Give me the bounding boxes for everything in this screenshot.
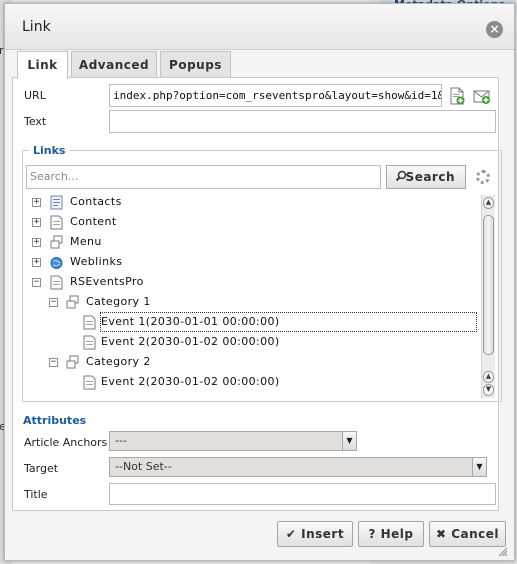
collapse-icon[interactable]: −: [49, 358, 58, 367]
email-link-icon[interactable]: [473, 87, 491, 105]
url-field[interactable]: index.php?option=com_rseventspro&layout=…: [109, 84, 442, 107]
gear-icon[interactable]: [476, 170, 490, 184]
tree-node-category-1[interactable]: Category 1: [86, 293, 151, 311]
expand-icon[interactable]: +: [32, 258, 41, 267]
tree-scrollbar[interactable]: ▲ ▲ ▼: [481, 195, 495, 398]
close-icon[interactable]: ×: [486, 21, 503, 38]
dialog-title: Link: [22, 19, 51, 35]
help-button[interactable]: ? Help: [358, 521, 424, 547]
menu-icon: [50, 235, 63, 249]
dialog-titlebar[interactable]: Link ×: [5, 4, 514, 50]
rseventspro-icon: [50, 275, 63, 290]
links-legend: Links: [29, 144, 70, 157]
check-icon: ✔: [285, 527, 297, 541]
tab-link[interactable]: Link: [17, 51, 68, 79]
scroll-down-arrow-icon[interactable]: ▼: [483, 384, 494, 396]
tree-node-content[interactable]: Content: [70, 213, 117, 231]
tree-node-contacts[interactable]: Contacts: [70, 193, 122, 211]
collapse-icon[interactable]: −: [32, 278, 41, 287]
cancel-icon: ✖: [435, 527, 447, 541]
globe-icon: [50, 257, 63, 269]
tree-node-event-2-category-2[interactable]: Event 2(2030-01-02 00:00:00): [101, 373, 280, 391]
scroll-up-arrow-icon[interactable]: ▲: [483, 197, 494, 209]
tree-node-weblinks[interactable]: Weblinks: [70, 253, 122, 271]
tree-node-menu[interactable]: Menu: [70, 233, 102, 251]
tab-advanced[interactable]: Advanced: [71, 51, 157, 78]
category-icon: [66, 295, 79, 309]
content-icon: [50, 215, 63, 230]
insert-button[interactable]: ✔ Insert: [277, 521, 353, 547]
contacts-icon: [50, 195, 63, 210]
event-icon: [83, 315, 96, 330]
collapse-icon[interactable]: −: [49, 298, 58, 307]
event-icon: [83, 375, 96, 390]
resize-grip-icon[interactable]: [498, 547, 508, 557]
tree-node-event-2[interactable]: Event 2(2030-01-02 00:00:00): [101, 333, 280, 351]
expand-icon[interactable]: +: [32, 218, 41, 227]
article-anchors-select[interactable]: --- ▼: [109, 431, 357, 451]
help-icon: ?: [368, 527, 376, 541]
title-field[interactable]: [109, 483, 496, 505]
search-input[interactable]: Search...: [26, 165, 381, 189]
text-label: Text: [24, 115, 47, 128]
tree-node-event-1[interactable]: Event 1(2030-01-01 00:00:00): [100, 312, 477, 332]
text-field[interactable]: [109, 110, 496, 133]
category-icon: [66, 355, 79, 369]
target-label: Target: [24, 462, 59, 475]
title-label: Title: [24, 488, 48, 501]
cancel-button[interactable]: ✖ Cancel: [429, 521, 506, 547]
search-button[interactable]: Search: [386, 165, 466, 189]
tree-node-rseventspro[interactable]: RSEventsPro: [70, 273, 144, 291]
url-label: URL: [24, 89, 46, 102]
attributes-title: Attributes: [23, 414, 87, 427]
expand-icon[interactable]: +: [32, 238, 41, 247]
search-icon: [395, 170, 407, 182]
scroll-thumb[interactable]: [483, 215, 494, 355]
tab-popups[interactable]: Popups: [160, 51, 231, 78]
dropdown-arrow-icon: ▼: [472, 458, 486, 476]
article-anchors-label: Article Anchors: [24, 436, 108, 449]
links-tree: + Contacts + Content + Menu + Weblinks −…: [26, 192, 483, 398]
tree-node-category-2[interactable]: Category 2: [86, 353, 151, 371]
browse-file-icon[interactable]: [448, 87, 466, 105]
scroll-up-arrow-icon[interactable]: ▲: [483, 371, 494, 383]
expand-icon[interactable]: +: [32, 198, 41, 207]
dropdown-arrow-icon: ▼: [342, 432, 356, 450]
target-select[interactable]: --Not Set-- ▼: [109, 457, 487, 477]
event-icon: [83, 335, 96, 350]
